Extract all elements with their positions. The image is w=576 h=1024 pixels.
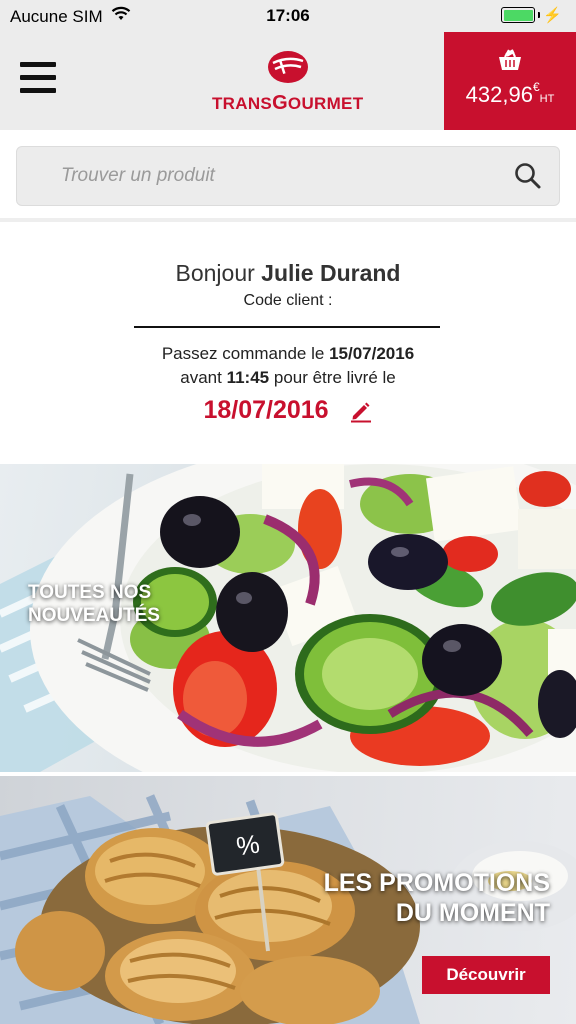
delivery-date[interactable]: 18/07/2016: [203, 396, 328, 425]
discover-button[interactable]: Découvrir: [422, 956, 550, 994]
search-area: [0, 130, 576, 222]
app-screen: Aucune SIM 17:06 ⚡ TRANSGOURMET 432,96€H…: [0, 0, 576, 1024]
search-bar: [16, 146, 560, 206]
promotions-banner[interactable]: % LES PROMOTIONS DU MOMENT Découvrir: [0, 776, 576, 1024]
cart-button[interactable]: 432,96€HT: [444, 32, 576, 130]
app-header: TRANSGOURMET 432,96€HT: [0, 32, 576, 130]
transgourmet-logo[interactable]: TRANSGOURMET: [212, 50, 364, 114]
greeting-panel: Bonjour Julie Durand Code client : Passe…: [0, 226, 576, 464]
status-bar: Aucune SIM 17:06 ⚡: [0, 0, 576, 32]
new-products-title: TOUTES NOS NOUVEAUTÉS: [28, 582, 160, 626]
client-code-label: Code client :: [243, 292, 333, 309]
percent-sign: %: [234, 828, 262, 862]
cart-total: 432,96€HT: [465, 80, 555, 107]
promotions-title: LES PROMOTIONS DU MOMENT: [323, 869, 550, 927]
greeting-line: Bonjour Julie Durand: [175, 260, 401, 286]
status-time: 17:06: [266, 6, 310, 25]
basket-icon: [499, 49, 521, 70]
logo-plate-icon: [268, 51, 308, 83]
logo-text: TRANSGOURMET: [212, 92, 364, 114]
order-date-line: Passez commande le 15/07/2016: [161, 344, 415, 363]
search-icon[interactable]: [514, 162, 542, 190]
search-input[interactable]: [61, 147, 501, 205]
customer-name: Julie Durand: [261, 260, 401, 286]
divider: [134, 326, 440, 328]
delivery-date-row: 18/07/2016: [0, 396, 576, 425]
hamburger-menu-icon[interactable]: [20, 62, 56, 100]
new-products-banner[interactable]: TOUTES NOS NOUVEAUTÉS: [0, 464, 576, 772]
order-deadline-line: avant 11:45 pour être livré le: [180, 368, 396, 387]
battery-charging-icon: ⚡: [501, 7, 562, 23]
pencil-edit-icon[interactable]: [349, 399, 373, 423]
charging-bolt-icon: ⚡: [543, 6, 562, 24]
